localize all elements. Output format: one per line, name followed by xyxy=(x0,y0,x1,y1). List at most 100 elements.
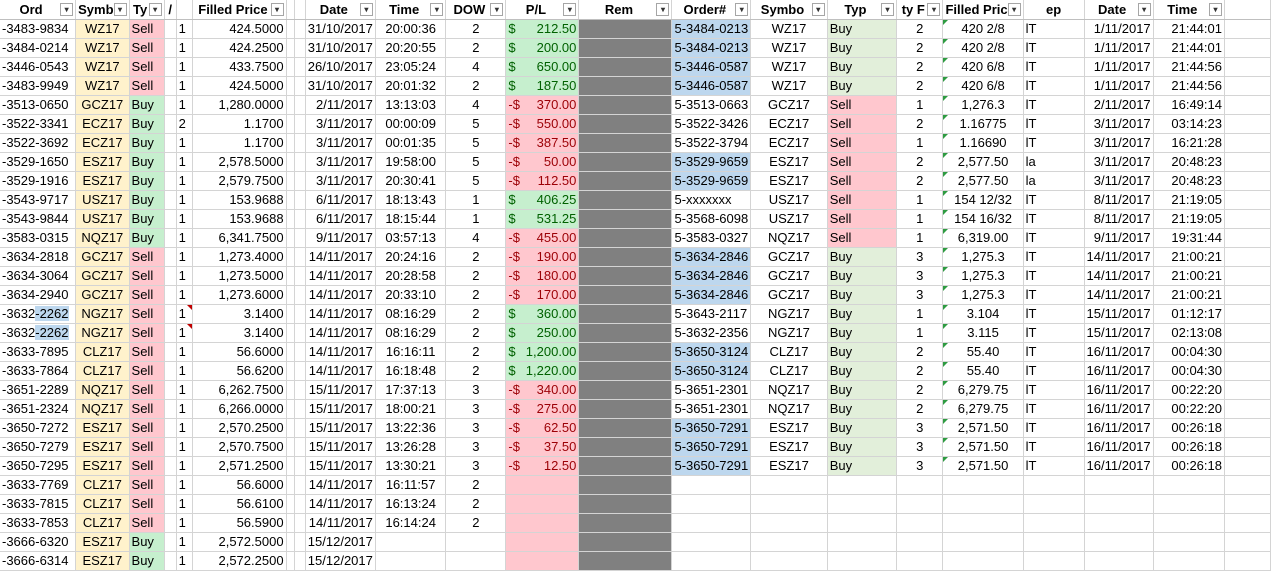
dow-cell[interactable]: 3 xyxy=(445,418,507,438)
blank-cell[interactable] xyxy=(1153,494,1225,514)
blank-cell[interactable] xyxy=(896,513,944,533)
blank-cell[interactable] xyxy=(164,285,177,305)
table-row[interactable]: -3650-7272 ESZ17 Sell 1 2,570.2500 15/11/2017… xyxy=(0,418,1271,438)
dow-cell[interactable]: 5 xyxy=(445,133,507,153)
blank-cell[interactable] xyxy=(1153,475,1225,495)
filled-price-cell-2[interactable]: 1.16690 xyxy=(942,133,1024,153)
filter-dropdown-icon[interactable]: ▾ xyxy=(60,2,74,16)
order-cell[interactable]: -3446-0543 xyxy=(0,57,77,77)
symbol-cell[interactable]: ESZ17 xyxy=(75,152,130,172)
date-cell-2[interactable]: 8/11/2017 xyxy=(1084,209,1154,229)
blank-cell[interactable] xyxy=(1224,133,1271,153)
filled-price-cell[interactable]: 1,273.4000 xyxy=(192,247,287,267)
qty-cell-2[interactable]: 1 xyxy=(896,304,944,324)
type-cell[interactable]: Buy xyxy=(129,209,165,229)
blank-cell[interactable] xyxy=(671,475,752,495)
type-cell[interactable]: Sell xyxy=(129,494,165,514)
type-cell[interactable]: Sell xyxy=(129,304,165,324)
symbol-cell-2[interactable]: USZ17 xyxy=(750,190,828,210)
blank-cell[interactable] xyxy=(1224,437,1271,457)
filled-price-cell-2[interactable]: 6,279.75 xyxy=(942,399,1024,419)
time-cell[interactable]: 20:00:36 xyxy=(375,19,447,39)
type-cell[interactable]: Sell xyxy=(129,456,165,476)
type-cell-2[interactable]: Buy xyxy=(827,304,898,324)
date-cell[interactable]: 15/11/2017 xyxy=(305,437,376,457)
blank-cell[interactable] xyxy=(294,399,306,419)
type-cell-2[interactable]: Buy xyxy=(827,285,898,305)
exchange-cell-2[interactable]: lT xyxy=(1023,456,1085,476)
filter-dropdown-icon[interactable]: ▾ xyxy=(927,2,941,16)
qty-cell-2[interactable]: 2 xyxy=(896,57,944,77)
type-cell-2[interactable]: Sell xyxy=(827,190,898,210)
exchange-cell-2[interactable]: lT xyxy=(1023,285,1085,305)
symbol-cell[interactable]: ESZ17 xyxy=(75,171,130,191)
blank-cell[interactable] xyxy=(827,475,898,495)
blank-cell[interactable] xyxy=(750,532,828,552)
symbol-cell-2[interactable]: ECZ17 xyxy=(750,133,828,153)
time-cell-2[interactable]: 21:44:56 xyxy=(1153,57,1225,77)
type-cell-2[interactable]: Buy xyxy=(827,266,898,286)
blank-cell[interactable] xyxy=(1224,38,1271,58)
dow-cell[interactable]: 2 xyxy=(445,266,507,286)
qty-cell-2[interactable]: 1 xyxy=(896,323,944,343)
filled-price-cell-2[interactable]: 6,319.00 xyxy=(942,228,1024,248)
type-cell[interactable]: Buy xyxy=(129,171,165,191)
filled-price-cell[interactable]: 1,280.0000 xyxy=(192,95,287,115)
blank-cell[interactable] xyxy=(294,19,306,39)
qty-cell[interactable]: 1 xyxy=(176,475,194,495)
filter-dropdown-icon[interactable]: ▾ xyxy=(735,2,749,16)
filled-price-cell[interactable]: 2,572.5000 xyxy=(192,532,287,552)
date-cell[interactable]: 15/11/2017 xyxy=(305,456,376,476)
filled-price-cell[interactable]: 2,570.7500 xyxy=(192,437,287,457)
blank-cell[interactable] xyxy=(671,494,752,514)
qty-cell[interactable]: 1 xyxy=(176,456,194,476)
time-cell-2[interactable]: 02:13:08 xyxy=(1153,323,1225,343)
blank-cell[interactable] xyxy=(286,323,295,343)
symbol-cell[interactable]: ESZ17 xyxy=(75,418,130,438)
filled-price-cell-2[interactable]: 2,571.50 xyxy=(942,437,1024,457)
dow-cell[interactable]: 3 xyxy=(445,399,507,419)
date-cell-2[interactable]: 16/11/2017 xyxy=(1084,342,1154,362)
time-cell[interactable]: 13:30:21 xyxy=(375,456,447,476)
type-cell-2[interactable]: Buy xyxy=(827,380,898,400)
pl-cell[interactable] xyxy=(505,513,580,533)
qty-cell-2[interactable]: 2 xyxy=(896,361,944,381)
blank-cell[interactable] xyxy=(1224,190,1271,210)
filled-price-cell-2[interactable]: 1,275.3 xyxy=(942,266,1024,286)
time-cell-2[interactable]: 21:00:21 xyxy=(1153,285,1225,305)
blank-cell[interactable] xyxy=(164,171,177,191)
date-cell[interactable]: 15/11/2017 xyxy=(305,399,376,419)
date-cell[interactable]: 14/11/2017 xyxy=(305,494,376,514)
blank-cell[interactable] xyxy=(294,513,306,533)
exchange-cell-2[interactable]: lT xyxy=(1023,418,1085,438)
col-header-qty[interactable]: / xyxy=(164,0,177,20)
blank-cell[interactable] xyxy=(750,494,828,514)
dow-cell[interactable]: 5 xyxy=(445,152,507,172)
date-cell-2[interactable]: 1/11/2017 xyxy=(1084,57,1154,77)
blank-cell[interactable] xyxy=(827,551,898,571)
table-row[interactable]: -3543-9844 USZ17 Buy 1 153.9688 6/11/2017 18:1… xyxy=(0,209,1271,229)
order-cell-2[interactable]: 5-3650-7291 xyxy=(671,418,752,438)
table-row[interactable]: -3651-2324 NQZ17 Sell 1 6,266.0000 15/11/2017… xyxy=(0,399,1271,419)
blank-cell[interactable] xyxy=(286,190,295,210)
table-row[interactable]: -3632-2262 NGZ17 Sell 1 3.1400 14/11/2017 08:1… xyxy=(0,304,1271,324)
filled-price-cell-2[interactable]: 2,577.50 xyxy=(942,171,1024,191)
date-cell[interactable]: 14/11/2017 xyxy=(305,323,376,343)
table-row[interactable]: -3633-7864 CLZ17 Sell 1 56.6200 14/11/2017 16:… xyxy=(0,361,1271,381)
symbol-cell[interactable]: NQZ17 xyxy=(75,228,130,248)
order-cell-2[interactable]: 5-3529-9659 xyxy=(671,152,752,172)
date-cell[interactable]: 15/12/2017 xyxy=(305,551,376,571)
blank-cell[interactable] xyxy=(1224,475,1271,495)
filled-price-cell-2[interactable]: 2,577.50 xyxy=(942,152,1024,172)
time-cell[interactable]: 20:20:55 xyxy=(375,38,447,58)
symbol-cell[interactable]: WZ17 xyxy=(75,76,130,96)
blank-cell[interactable] xyxy=(286,228,295,248)
type-cell-2[interactable]: Buy xyxy=(827,437,898,457)
date-cell-2[interactable]: 16/11/2017 xyxy=(1084,361,1154,381)
type-cell[interactable]: Sell xyxy=(129,513,165,533)
col-header-blank-b[interactable] xyxy=(286,0,295,20)
qty-cell-2[interactable]: 2 xyxy=(896,399,944,419)
time-cell-2[interactable]: 21:19:05 xyxy=(1153,209,1225,229)
date-cell[interactable]: 31/10/2017 xyxy=(305,38,376,58)
dow-cell[interactable]: 3 xyxy=(445,437,507,457)
